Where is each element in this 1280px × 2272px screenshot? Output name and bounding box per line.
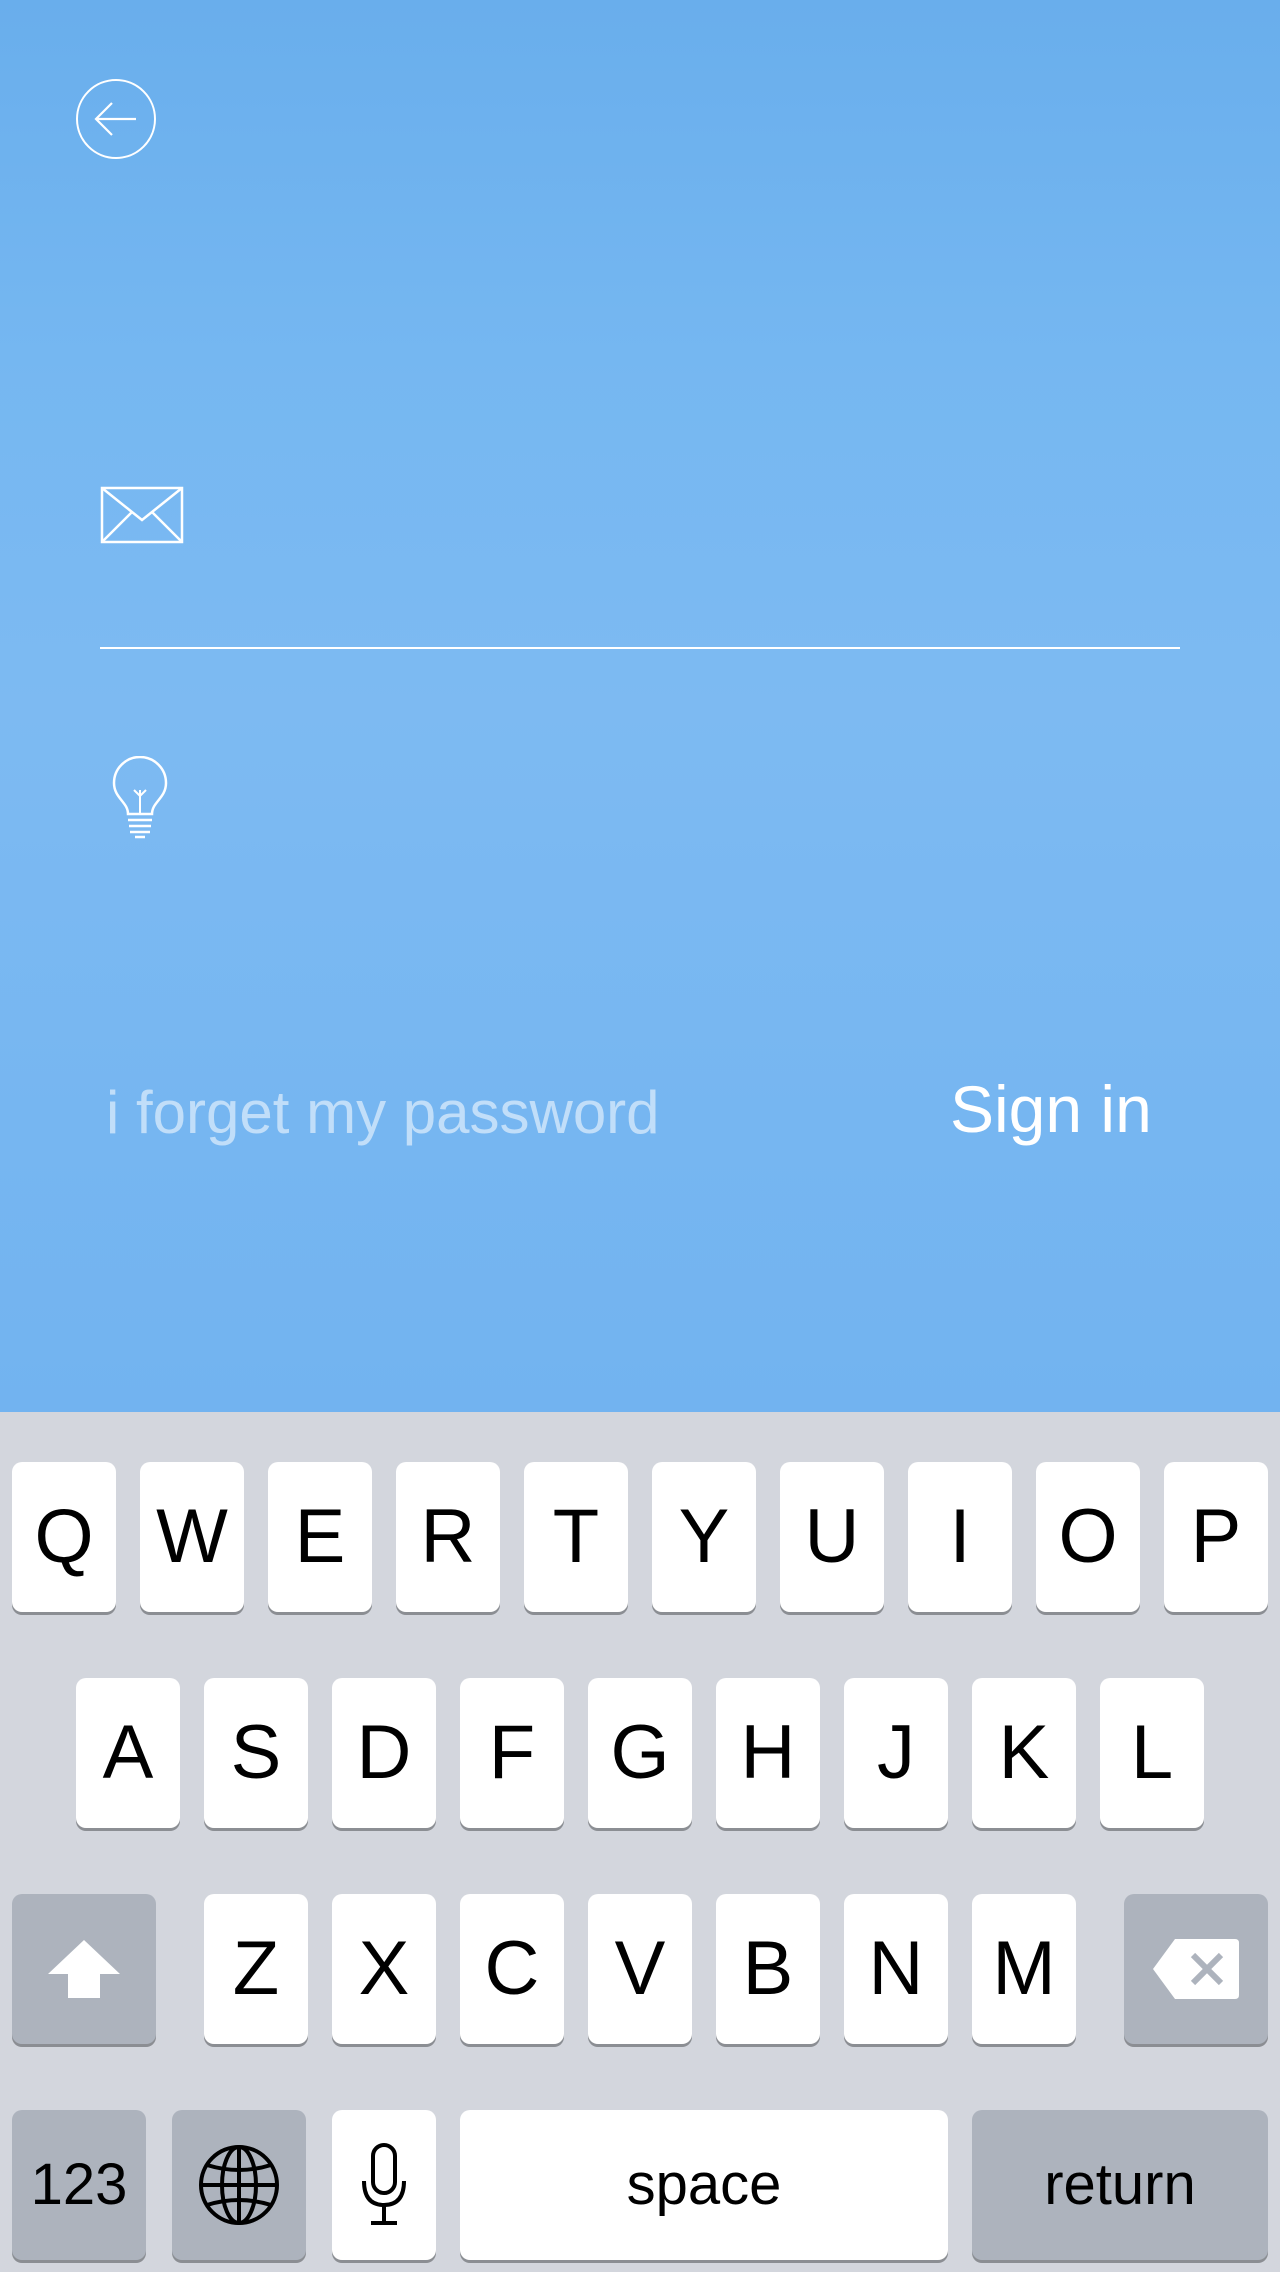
space-key[interactable]: space: [460, 2110, 948, 2260]
key-b[interactable]: B: [716, 1894, 820, 2044]
backspace-key[interactable]: [1124, 1894, 1268, 2044]
key-p[interactable]: P: [1164, 1462, 1268, 1612]
email-input[interactable]: [220, 470, 1180, 560]
key-k[interactable]: K: [972, 1678, 1076, 1828]
key-a[interactable]: A: [76, 1678, 180, 1828]
key-z[interactable]: Z: [204, 1894, 308, 2044]
login-panel: i forget my password Sign in: [0, 0, 1280, 1412]
return-key[interactable]: return: [972, 2110, 1268, 2260]
key-s[interactable]: S: [204, 1678, 308, 1828]
key-l[interactable]: L: [1100, 1678, 1204, 1828]
microphone-key[interactable]: [332, 2110, 436, 2260]
globe-icon: [199, 2145, 279, 2225]
shift-key[interactable]: [12, 1894, 156, 2044]
key-y[interactable]: Y: [652, 1462, 756, 1612]
sign-in-button[interactable]: Sign in: [950, 1074, 1152, 1144]
key-m[interactable]: M: [972, 1894, 1076, 2044]
lightbulb-icon: [112, 756, 168, 839]
field-divider: [100, 647, 1180, 649]
key-g[interactable]: G: [588, 1678, 692, 1828]
forgot-password-link[interactable]: i forget my password: [106, 1078, 660, 1148]
key-h[interactable]: H: [716, 1678, 820, 1828]
globe-key[interactable]: [172, 2110, 306, 2260]
key-j[interactable]: J: [844, 1678, 948, 1828]
key-v[interactable]: V: [588, 1894, 692, 2044]
key-c[interactable]: C: [460, 1894, 564, 2044]
microphone-icon: [362, 2143, 406, 2225]
password-input[interactable]: [220, 752, 1180, 842]
key-i[interactable]: I: [908, 1462, 1012, 1612]
shift-arrow-icon: [48, 1940, 120, 1998]
keyboard: Q W E R T Y U I O P A S D F G H J K L Z …: [0, 1412, 1280, 2272]
key-d[interactable]: D: [332, 1678, 436, 1828]
key-t[interactable]: T: [524, 1462, 628, 1612]
key-q[interactable]: Q: [12, 1462, 116, 1612]
key-n[interactable]: N: [844, 1894, 948, 2044]
back-button[interactable]: [76, 79, 156, 159]
key-e[interactable]: E: [268, 1462, 372, 1612]
key-w[interactable]: W: [140, 1462, 244, 1612]
key-o[interactable]: O: [1036, 1462, 1140, 1612]
key-x[interactable]: X: [332, 1894, 436, 2044]
numbers-key[interactable]: 123: [12, 2110, 146, 2260]
backspace-icon: [1153, 1939, 1239, 1999]
key-u[interactable]: U: [780, 1462, 884, 1612]
key-r[interactable]: R: [396, 1462, 500, 1612]
key-f[interactable]: F: [460, 1678, 564, 1828]
envelope-icon: [100, 486, 184, 544]
arrow-left-icon: [94, 102, 136, 136]
